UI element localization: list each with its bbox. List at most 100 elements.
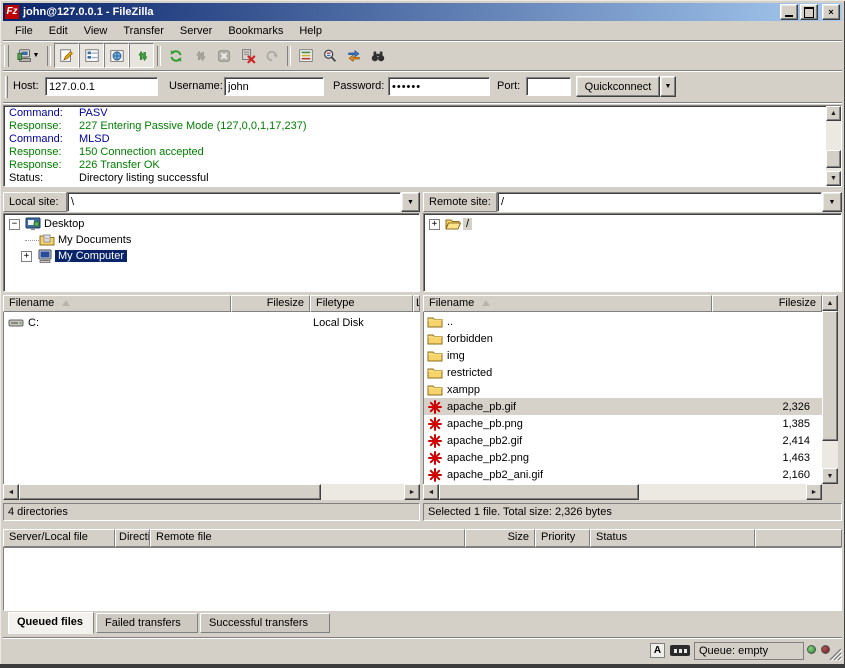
scroll-right-button[interactable]: ► — [806, 484, 822, 500]
hscrollbar-thumb[interactable] — [19, 484, 321, 500]
menu-file[interactable]: File — [7, 23, 41, 39]
local-tree[interactable]: − Desktop My Documents + — [3, 213, 420, 292]
tab-successful-transfers[interactable]: Successful transfers — [200, 613, 330, 633]
queue-column-remote-file[interactable]: Remote file — [150, 529, 465, 547]
tab-queued-files[interactable]: Queued files — [8, 612, 94, 634]
remote-site-dropdown-button[interactable]: ▼ — [822, 192, 842, 212]
queue-column-status[interactable]: Status — [590, 529, 755, 547]
remote-column-filename[interactable]: Filename — [423, 295, 712, 312]
quickconnect-grip[interactable] — [5, 76, 8, 98]
queue-list[interactable] — [3, 547, 842, 611]
quickconnect-dropdown-button[interactable]: ▼ — [660, 76, 676, 97]
remote-row-file[interactable]: apache_pb2.png 1,463 — [424, 449, 822, 466]
scroll-down-button[interactable]: ▼ — [822, 468, 838, 484]
menu-help[interactable]: Help — [291, 23, 330, 39]
close-button[interactable]: × — [822, 4, 840, 20]
tree-item-desktop[interactable]: − Desktop — [9, 216, 84, 232]
disconnect-button[interactable] — [236, 44, 260, 68]
toolbar-grip[interactable] — [4, 45, 9, 67]
menu-bar: File Edit View Transfer Server Bookmarks… — [3, 21, 842, 40]
encryption-indicator-icon[interactable] — [670, 645, 690, 656]
hscrollbar-thumb[interactable] — [439, 484, 639, 500]
local-list-hscrollbar[interactable]: ◄ ► — [3, 484, 420, 500]
remote-list-scrollbar[interactable]: ▲ ▼ — [822, 295, 838, 484]
local-site-dropdown-button[interactable]: ▼ — [401, 192, 420, 212]
toggle-message-log-button[interactable] — [54, 43, 79, 68]
menu-view[interactable]: View — [76, 23, 116, 39]
scroll-up-button[interactable]: ▲ — [826, 106, 841, 121]
minimize-button[interactable] — [780, 4, 798, 20]
refresh-button[interactable] — [164, 44, 188, 68]
directory-comparison-button[interactable] — [318, 44, 342, 68]
remote-scrollbar-thumb[interactable] — [822, 311, 838, 441]
tree-item-my-documents[interactable]: My Documents — [9, 232, 131, 248]
remote-tree[interactable]: + / — [423, 213, 842, 292]
remote-row-file[interactable]: apache_pb2_ani.gif 2,160 — [424, 466, 822, 483]
port-input[interactable] — [526, 77, 571, 96]
transfer-type-ascii-icon[interactable]: A — [650, 643, 665, 658]
scroll-left-button[interactable]: ◄ — [3, 484, 19, 500]
scroll-left-button[interactable]: ◄ — [423, 484, 439, 500]
local-column-last-modified[interactable]: L — [413, 295, 420, 312]
toggle-remote-tree-button[interactable] — [104, 43, 129, 68]
tree-item-root[interactable]: + / — [429, 216, 472, 232]
remote-row-file-selected[interactable]: apache_pb.gif 2,326 — [424, 398, 822, 415]
toggle-queue-button[interactable] — [129, 43, 154, 68]
site-manager-icon — [17, 48, 33, 64]
message-log-icon — [59, 48, 75, 64]
tab-failed-transfers[interactable]: Failed transfers — [96, 613, 198, 633]
cancel-button[interactable] — [212, 44, 236, 68]
queue-column-size[interactable]: Size — [465, 529, 535, 547]
local-column-filename[interactable]: Filename — [3, 295, 231, 312]
site-manager-dropdown-icon[interactable]: ▼ — [33, 52, 40, 59]
site-manager-button[interactable]: ▼ — [12, 44, 44, 68]
reconnect-button[interactable] — [260, 44, 284, 68]
synchronized-browsing-button[interactable] — [342, 44, 366, 68]
local-file-list[interactable]: C: Local Disk — [3, 312, 420, 484]
menu-transfer[interactable]: Transfer — [115, 23, 172, 39]
remote-row-folder[interactable]: img — [424, 347, 822, 364]
local-column-filetype[interactable]: Filetype — [310, 295, 413, 312]
scroll-right-button[interactable]: ► — [404, 484, 420, 500]
message-log[interactable]: Command:PASV Response:227 Entering Passi… — [3, 105, 842, 187]
remote-row-folder[interactable]: forbidden — [424, 330, 822, 347]
remote-site-input[interactable] — [497, 192, 822, 212]
filter-button[interactable] — [294, 44, 318, 68]
scroll-up-button[interactable]: ▲ — [822, 295, 838, 311]
title-bar[interactable]: Fz john@127.0.0.1 - FileZilla × — [3, 3, 842, 21]
tree-item-my-computer[interactable]: + My Computer — [9, 248, 127, 264]
password-input[interactable] — [388, 77, 490, 96]
expand-icon[interactable]: + — [21, 251, 32, 262]
menu-server[interactable]: Server — [172, 23, 220, 39]
queue-column-server-local-file[interactable]: Server/Local file — [3, 529, 115, 547]
local-site-input[interactable] — [67, 192, 401, 212]
username-input[interactable] — [224, 77, 324, 96]
host-input[interactable] — [45, 77, 158, 96]
process-queue-button[interactable] — [188, 44, 212, 68]
log-scrollbar-thumb[interactable] — [826, 150, 841, 168]
maximize-button[interactable] — [800, 4, 818, 20]
scroll-down-icon: ▼ — [827, 473, 834, 480]
remote-row-folder[interactable]: xampp — [424, 381, 822, 398]
menu-bookmarks[interactable]: Bookmarks — [220, 23, 291, 39]
find-files-button[interactable] — [366, 44, 390, 68]
queue-column-direction[interactable]: Directi... — [115, 529, 150, 547]
local-column-filesize[interactable]: Filesize — [231, 295, 310, 312]
scroll-down-button[interactable]: ▼ — [826, 171, 841, 186]
remote-row-file[interactable]: apache_pb.png 1,385 — [424, 415, 822, 432]
remote-row-file[interactable]: apache_pb2.gif 2,414 — [424, 432, 822, 449]
remote-list-hscrollbar[interactable]: ◄ ► — [423, 484, 822, 500]
collapse-icon[interactable]: − — [9, 219, 20, 230]
remote-column-filesize[interactable]: Filesize — [712, 295, 822, 312]
log-scrollbar[interactable]: ▲ ▼ — [826, 106, 841, 186]
remote-file-list[interactable]: .. forbidden img restricted xampp apache… — [423, 312, 822, 484]
remote-row-folder[interactable]: restricted — [424, 364, 822, 381]
queue-column-priority[interactable]: Priority — [535, 529, 590, 547]
toggle-local-tree-button[interactable] — [79, 43, 104, 68]
resize-grip[interactable] — [827, 646, 842, 661]
quickconnect-button[interactable]: Quickconnect — [576, 76, 660, 97]
local-file-row-c-drive[interactable]: C: Local Disk — [4, 314, 419, 331]
expand-icon[interactable]: + — [429, 219, 440, 230]
menu-edit[interactable]: Edit — [41, 23, 76, 39]
remote-row-parent-dir[interactable]: .. — [424, 313, 822, 330]
